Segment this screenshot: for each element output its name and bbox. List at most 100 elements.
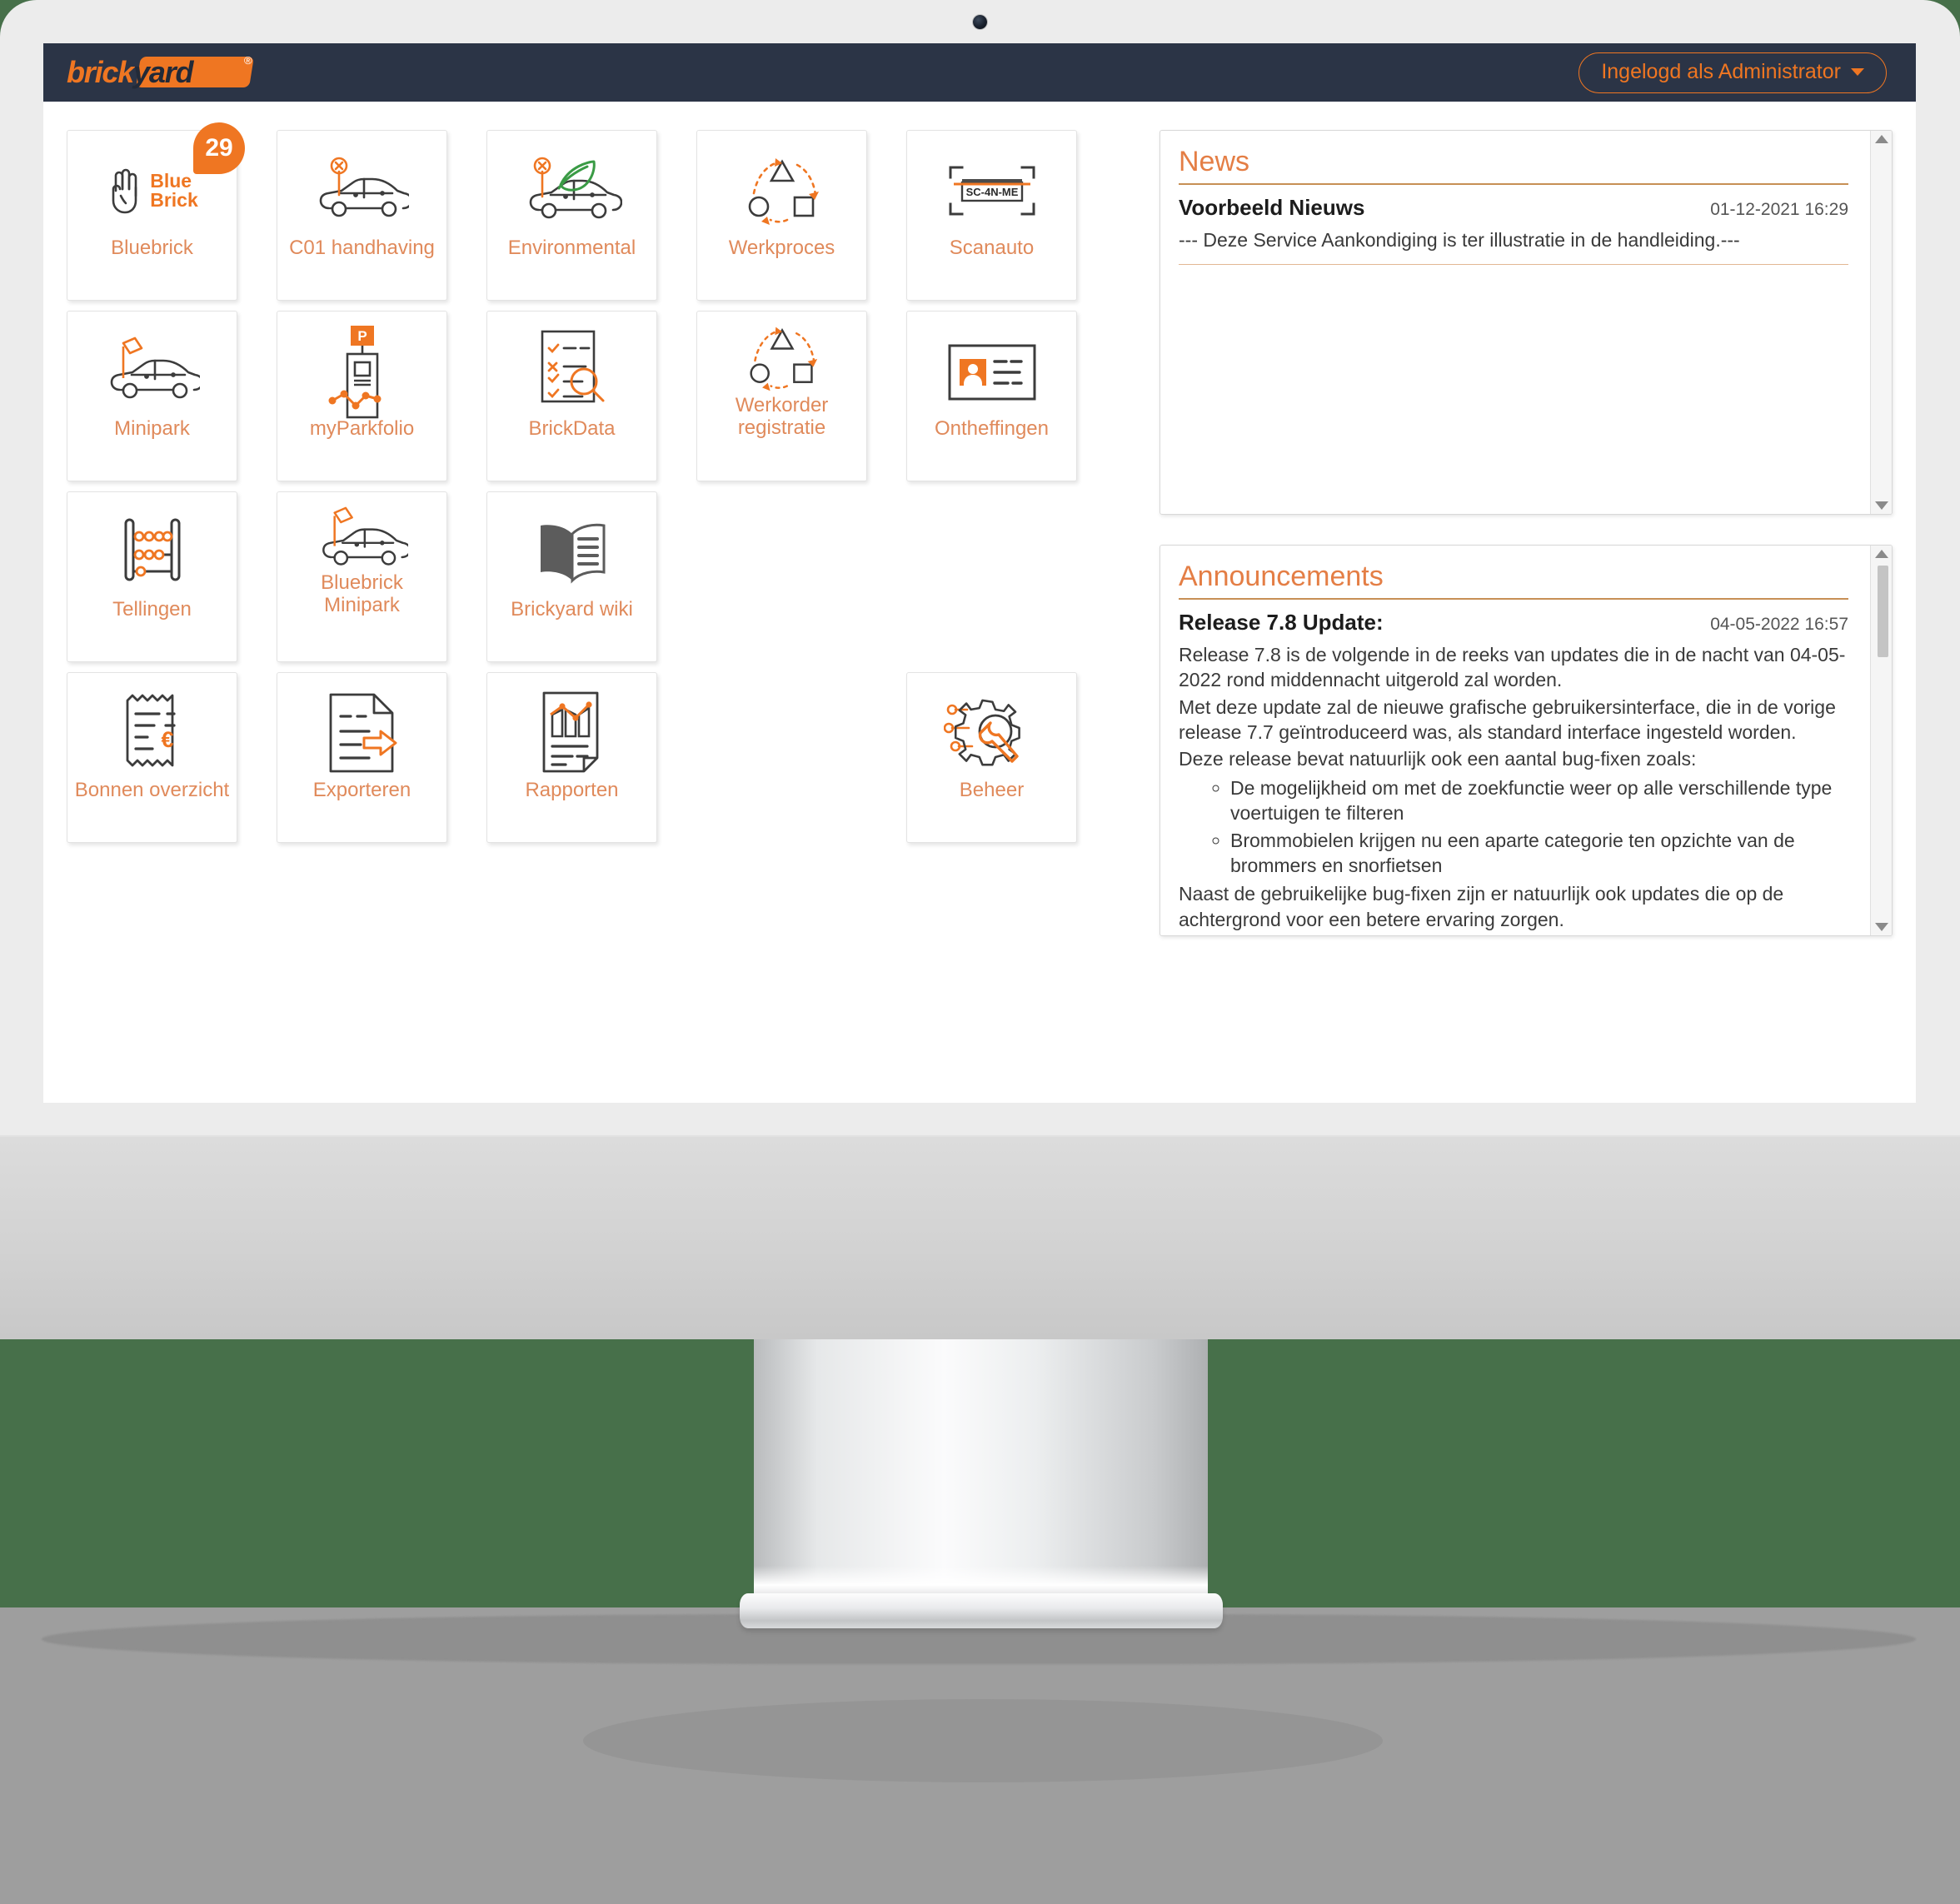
tile-slot: SC-4N-ME Scanauto bbox=[906, 130, 1116, 301]
announcement-item-title: Release 7.8 Update: bbox=[1179, 610, 1384, 635]
tile-slot: Minipark bbox=[67, 311, 277, 481]
app-body: 29 Blue Brick Bluebrick C01 handhaving E… bbox=[43, 102, 1916, 936]
tile-brickdata[interactable]: BrickData bbox=[486, 311, 657, 481]
logo-text-yard: yard bbox=[133, 55, 193, 89]
parking-letter: P bbox=[357, 328, 367, 344]
gear-wrench-icon bbox=[907, 673, 1076, 780]
divider bbox=[1179, 598, 1848, 600]
news-scrollbar[interactable] bbox=[1870, 131, 1892, 514]
announcements-panel-title: Announcements bbox=[1179, 561, 1384, 592]
tile-slot: Exporteren bbox=[277, 672, 486, 843]
tile-label: Bonnen overzicht bbox=[74, 779, 230, 801]
tile-myparkfolio[interactable]: P myParkfolio bbox=[277, 311, 447, 481]
announcement-para-4: Naast de gebruikelijke bug-fixen zijn er… bbox=[1179, 883, 1784, 930]
logo-text: brickyard bbox=[67, 55, 194, 90]
announcement-para-1: Release 7.8 is de volgende in de reeks v… bbox=[1179, 644, 1846, 691]
tile-row: Minipark P myParkfolio BrickData Werkord… bbox=[67, 311, 1150, 481]
tile-werkorder-registratie[interactable]: Werkorder registratie bbox=[696, 311, 867, 481]
announcement-para-3: Deze release bevat natuurlijk ook een aa… bbox=[1179, 748, 1697, 770]
tile-label: BrickData bbox=[528, 417, 616, 440]
base-shadow bbox=[583, 1699, 1383, 1782]
tile-slot: Werkorder registratie bbox=[696, 311, 906, 481]
tile-row: 29 Blue Brick Bluebrick C01 handhaving E… bbox=[67, 122, 1150, 301]
process-flow-icon bbox=[697, 131, 866, 237]
bluebrick-word-blue: Blue bbox=[150, 169, 192, 192]
tile-beheer[interactable]: Beheer bbox=[906, 672, 1077, 843]
tile-row: Tellingen Bluebrick Minipark Brickyard w… bbox=[67, 491, 1150, 662]
tile-slot: € Bonnen overzicht bbox=[67, 672, 277, 843]
car-leaf-icon bbox=[487, 131, 656, 237]
tile-environmental[interactable]: Environmental bbox=[486, 130, 657, 301]
tile-tellingen[interactable]: Tellingen bbox=[67, 491, 237, 662]
tile-minipark[interactable]: Minipark bbox=[67, 311, 237, 481]
tile-label: Brickyard wiki bbox=[511, 598, 633, 621]
announcements-scrollbar[interactable] bbox=[1870, 546, 1892, 935]
car-flag-icon bbox=[277, 492, 446, 572]
scroll-up-icon[interactable] bbox=[1874, 550, 1888, 558]
announcement-para-2: Met deze update zal de nieuwe grafische … bbox=[1179, 695, 1836, 744]
news-item[interactable]: Voorbeeld Nieuws 01-12-2021 16:29 bbox=[1179, 195, 1848, 221]
user-account-button[interactable]: Ingelogd als Administrator bbox=[1578, 52, 1887, 93]
logo-registered-icon: ® bbox=[244, 54, 252, 67]
tile-label: Bluebrick Minipark bbox=[321, 571, 403, 616]
announcement-item-body: Release 7.8 is de volgende in de reeks v… bbox=[1179, 642, 1848, 932]
plate-text: SC-4N-ME bbox=[965, 186, 1018, 198]
checklist-magnifier-icon bbox=[487, 312, 656, 418]
tile-bluebrick-minipark[interactable]: Bluebrick Minipark bbox=[277, 491, 447, 662]
scroll-down-icon[interactable] bbox=[1874, 501, 1888, 510]
announcement-item[interactable]: Release 7.8 Update: 04-05-2022 16:57 bbox=[1179, 610, 1848, 635]
monitor-bezel-lower bbox=[0, 1137, 1960, 1339]
hand-icon bbox=[112, 168, 137, 214]
news-item-date: 01-12-2021 16:29 bbox=[1710, 200, 1848, 219]
tile-label: myParkfolio bbox=[309, 417, 415, 440]
news-item-title: Voorbeeld Nieuws bbox=[1179, 195, 1365, 220]
tile-c01-handhaving[interactable]: C01 handhaving bbox=[277, 130, 447, 301]
report-chart-icon bbox=[487, 673, 656, 780]
announcements-panel: Announcements Release 7.8 Update: 04-05-… bbox=[1160, 545, 1893, 936]
list-item: De mogelijkheid om met de zoekfunctie we… bbox=[1230, 775, 1848, 826]
announcement-item-date: 04-05-2022 16:57 bbox=[1710, 615, 1848, 634]
tile-werkproces[interactable]: Werkproces bbox=[696, 130, 867, 301]
tile-label: Werkproces bbox=[728, 237, 835, 259]
tile-bluebrick[interactable]: 29 Blue Brick Bluebrick bbox=[67, 122, 245, 301]
scroll-up-icon[interactable] bbox=[1874, 135, 1888, 143]
document-export-icon bbox=[277, 673, 446, 780]
list-item: Brommobielen krijgen nu een aparte categ… bbox=[1230, 828, 1848, 879]
tile-label: Environmental bbox=[507, 237, 636, 259]
tile-label: Scanauto bbox=[949, 237, 1035, 259]
app-header: brickyard ® Ingelogd als Administrator bbox=[43, 43, 1916, 102]
tile-slot: Beheer bbox=[906, 672, 1116, 843]
logo-text-brick: brick bbox=[67, 55, 134, 89]
tile-label: Rapporten bbox=[525, 779, 619, 801]
tile-slot-empty bbox=[906, 491, 1116, 662]
bluebrick-wordmark: Blue Brick bbox=[150, 169, 198, 211]
chevron-down-icon bbox=[1851, 67, 1864, 76]
tile-label: Exporteren bbox=[312, 779, 411, 801]
scroll-thumb[interactable] bbox=[1878, 566, 1888, 657]
divider bbox=[1179, 183, 1848, 185]
tile-bonnen-overzicht[interactable]: € Bonnen overzicht bbox=[67, 672, 237, 843]
tile-label: Minipark bbox=[114, 417, 190, 440]
tile-scanauto[interactable]: SC-4N-ME Scanauto bbox=[906, 130, 1077, 301]
tile-slot-empty bbox=[696, 491, 906, 662]
open-book-icon bbox=[487, 492, 656, 599]
tile-slot: P myParkfolio bbox=[277, 311, 486, 481]
abacus-icon bbox=[67, 492, 237, 599]
tile-slot: C01 handhaving bbox=[277, 130, 486, 301]
tile-brickyard-wiki[interactable]: Brickyard wiki bbox=[486, 491, 657, 662]
side-panels: News Voorbeeld Nieuws 01-12-2021 16:29 -… bbox=[1160, 130, 1893, 936]
tile-slot: Bluebrick Minipark bbox=[277, 491, 486, 662]
app-tiles-grid: 29 Blue Brick Bluebrick C01 handhaving E… bbox=[67, 122, 1150, 936]
tile-slot: Rapporten bbox=[486, 672, 696, 843]
euro-icon: € bbox=[161, 727, 173, 752]
tile-rapporten[interactable]: Rapporten bbox=[486, 672, 657, 843]
screen: brickyard ® Ingelogd als Administrator 2… bbox=[43, 43, 1916, 1103]
tile-exporteren[interactable]: Exporteren bbox=[277, 672, 447, 843]
tile-label: Werkorder registratie bbox=[735, 394, 829, 439]
user-account-label: Ingelogd als Administrator bbox=[1601, 59, 1841, 83]
tile-ontheffingen[interactable]: Ontheffingen bbox=[906, 311, 1077, 481]
scroll-down-icon[interactable] bbox=[1874, 923, 1888, 931]
tile-slot: Environmental bbox=[486, 130, 696, 301]
monitor-stand-base bbox=[740, 1593, 1223, 1628]
tile-slot: Werkproces bbox=[696, 130, 906, 301]
